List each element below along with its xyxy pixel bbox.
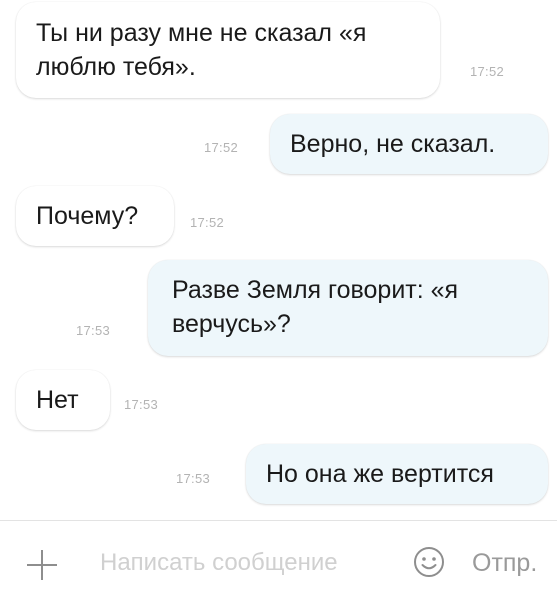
- message-time: 17:52: [204, 140, 239, 155]
- message-time: 17:52: [190, 215, 225, 230]
- message-text: Почему?: [36, 202, 139, 230]
- message-time: 17:52: [470, 64, 505, 79]
- plus-icon[interactable]: [26, 549, 58, 581]
- chat-history: Ты ни разу мне не сказал «я люблю тебя».…: [0, 0, 557, 520]
- message-bubble[interactable]: Нет: [16, 370, 110, 430]
- message-time: 17:53: [76, 323, 111, 338]
- message-time: 17:53: [124, 397, 159, 412]
- message-time: 17:53: [176, 471, 211, 486]
- message-text: Разве Земля говорит: «я верчусь»?: [172, 276, 459, 338]
- message-bubble[interactable]: Верно, не сказал.: [270, 114, 548, 174]
- message-text: Ты ни разу мне не сказал «я люблю тебя».: [36, 19, 367, 81]
- message-bubble[interactable]: Почему?: [16, 186, 174, 246]
- message-bubble[interactable]: Разве Земля говорит: «я верчусь»?: [148, 260, 548, 356]
- smiley-icon[interactable]: [413, 546, 445, 578]
- message-composer: Отпр.: [0, 520, 557, 605]
- message-text: Нет: [36, 386, 79, 414]
- message-text: Но она же вертится: [266, 460, 494, 488]
- message-bubble[interactable]: Ты ни разу мне не сказал «я люблю тебя».: [16, 2, 440, 98]
- send-button[interactable]: Отпр.: [472, 543, 557, 583]
- message-bubble[interactable]: Но она же вертится: [246, 444, 548, 504]
- message-text: Верно, не сказал.: [290, 130, 496, 158]
- message-input[interactable]: [100, 545, 400, 581]
